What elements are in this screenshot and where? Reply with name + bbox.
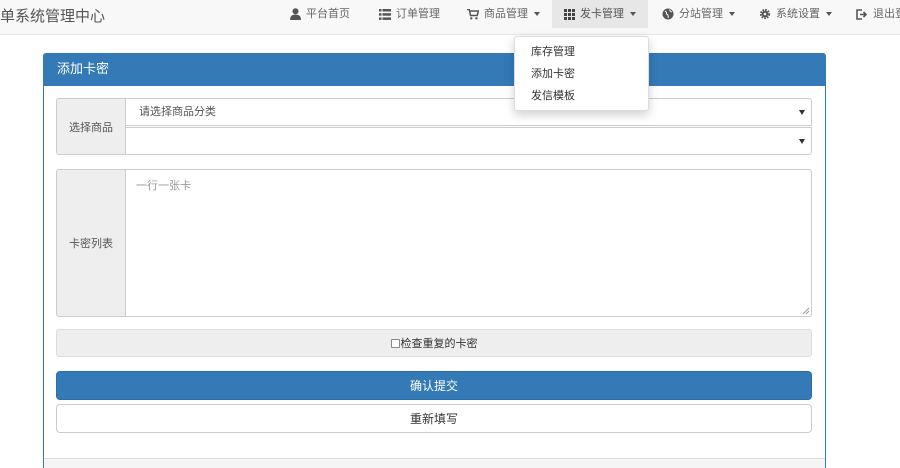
cards-textarea[interactable]: 一行一张卡 [125,169,812,317]
nav-substation-label: 分站管理 [679,7,723,20]
chevron-down-icon [799,139,805,144]
cards-dropdown-menu: 库存管理 添加卡密 发信模板 [514,36,649,111]
shopping-cart-icon [467,8,479,19]
top-navbar: 单系统管理中心 平台首页 订单管理 商品管理 发卡管理 分站管理 系统设置 退出… [0,0,900,35]
check-duplicate-row[interactable]: 检查重复的卡密 [56,329,812,357]
nav-products-label: 商品管理 [484,7,528,20]
dropdown-item-inventory[interactable]: 库存管理 [515,41,648,63]
nav-home-label: 平台首页 [306,7,350,20]
nav-settings-label: 系统设置 [776,7,820,20]
chevron-down-icon [799,110,805,115]
nav-orders[interactable]: 订单管理 [379,0,440,28]
logout-icon [856,8,868,20]
list-icon [379,8,391,20]
product-select[interactable] [125,127,812,155]
panel-footer [44,458,825,468]
category-select-value: 请选择商品分类 [139,105,216,118]
dropdown-item-add-card[interactable]: 添加卡密 [515,63,648,85]
chevron-down-icon [826,12,832,16]
nav-settings[interactable]: 系统设置 [759,0,832,28]
app-title[interactable]: 单系统管理中心 [0,5,105,26]
cards-label: 卡密列表 [56,169,126,317]
chevron-down-icon [630,12,636,16]
nav-orders-label: 订单管理 [396,7,440,20]
nav-home[interactable]: 平台首页 [290,0,350,28]
nav-cards[interactable]: 发卡管理 [552,0,648,28]
user-icon [290,8,301,20]
reset-button[interactable]: 重新填写 [56,404,812,433]
category-select[interactable]: 请选择商品分类 [125,98,812,126]
gear-icon [759,8,771,20]
cards-placeholder: 一行一张卡 [136,179,191,192]
check-duplicate-checkbox[interactable] [390,338,400,348]
panel-title: 添加卡密 [44,54,825,86]
globe-icon [662,8,674,20]
nav-cards-label: 发卡管理 [580,7,624,20]
check-duplicate-label: 检查重复的卡密 [400,337,478,350]
nav-products[interactable]: 商品管理 [467,0,540,28]
nav-logout-label: 退出登 [873,7,900,20]
chevron-down-icon [534,12,540,16]
product-label: 选择商品 [56,98,126,155]
chevron-down-icon [729,12,735,16]
nav-logout[interactable]: 退出登 [856,0,900,28]
grid-icon [564,8,575,20]
submit-button[interactable]: 确认提交 [56,371,812,400]
nav-substation[interactable]: 分站管理 [662,0,735,28]
resize-grip-icon[interactable] [802,307,810,315]
dropdown-item-mail-template[interactable]: 发信模板 [515,85,648,107]
